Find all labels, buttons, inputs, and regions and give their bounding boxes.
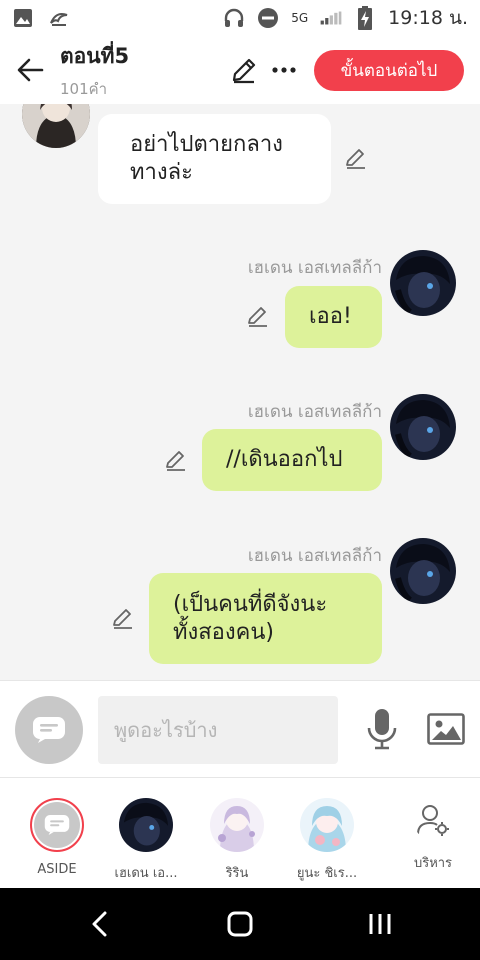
word-count: 101คำ (60, 79, 108, 98)
pencil-icon (166, 451, 185, 471)
back-button[interactable] (0, 36, 60, 104)
character-name: เฮเดน เอ... (114, 866, 178, 881)
speaker-name-2: เฮเดน เอสเทลลีก้า (247, 258, 382, 278)
status-bar: 5G 19:18 น. (0, 0, 480, 36)
edit-message-3-button[interactable] (162, 446, 190, 474)
episode-title-block: ตอนที่5 101คำ (60, 40, 129, 101)
voice-input-button[interactable] (362, 705, 402, 753)
character-yuna[interactable]: ยูนะ ชิเร... (282, 798, 372, 883)
pencil-icon (248, 307, 267, 327)
chat-bubble-icon (33, 717, 65, 743)
character-hayden[interactable]: เฮเดน เอ... (101, 798, 191, 883)
aside-avatar (30, 798, 84, 852)
message-input[interactable] (98, 696, 338, 764)
character-name: ASIDE (37, 862, 77, 877)
chat-bubble-icon (44, 815, 70, 835)
speaker-avatar-3[interactable] (390, 394, 456, 460)
recents-icon (369, 914, 391, 934)
character-name: บริหาร (413, 856, 453, 871)
home-square-icon (227, 911, 253, 937)
character-avatar (210, 798, 264, 852)
message-bubble-2[interactable]: เออ! (285, 286, 382, 348)
message-bubble-4[interactable]: (เป็นคนที่ดีจังนะ ทั้งสองคน) (149, 573, 382, 664)
chevron-left-icon (92, 911, 107, 937)
character-aside[interactable]: ASIDE (12, 798, 102, 877)
message-bubble-1[interactable]: อย่าไปตายกลาง ทางล่ะ (98, 114, 331, 204)
chat-area[interactable]: อย่าไปตายกลาง ทางล่ะ เฮเดน เอสเทลลีก้า เ… (0, 104, 480, 680)
arrow-left-icon (17, 58, 44, 82)
character-name: ริริน (225, 866, 249, 881)
system-navigation-bar (0, 888, 480, 960)
user-settings-icon (417, 805, 449, 836)
gallery-notification-icon (12, 7, 34, 29)
edit-message-2-button[interactable] (244, 302, 272, 330)
network-type: 5G (291, 11, 309, 25)
pencil-icon (232, 58, 256, 84)
edit-message-1-button[interactable] (342, 144, 370, 172)
headphones-icon (223, 7, 245, 29)
other-character-avatar[interactable] (22, 104, 90, 148)
signal-icon (320, 7, 342, 29)
speaker-avatar-2[interactable] (390, 250, 456, 316)
message-text-3: //เดินออกไป (226, 447, 343, 472)
pencil-icon (346, 149, 365, 169)
character-selector-bar: ASIDE เฮเดน เอ... ริริน ยูนะ ชิเร... บริ… (0, 778, 480, 888)
message-text-1: อย่าไปตายกลาง ทางล่ะ (130, 132, 283, 185)
next-step-button[interactable]: ขั้นตอนต่อไป (314, 50, 464, 91)
character-avatar (300, 798, 354, 852)
nav-recents-button[interactable] (356, 902, 404, 946)
image-icon (427, 713, 465, 745)
message-text-4: (เป็นคนที่ดีจังนะ ทั้งสองคน) (173, 591, 328, 645)
character-ririn[interactable]: ริริน (192, 798, 282, 883)
app-notification-icon (48, 7, 70, 29)
nav-home-button[interactable] (216, 902, 264, 946)
aside-toggle-button[interactable] (15, 696, 83, 764)
microphone-icon (367, 709, 397, 750)
manage-characters-button[interactable]: บริหาร (388, 800, 478, 873)
nav-back-button[interactable] (76, 902, 124, 946)
character-avatar (119, 798, 173, 852)
more-options-button[interactable] (268, 54, 300, 86)
message-bubble-3[interactable]: //เดินออกไป (202, 429, 382, 491)
manage-icon-wrap (413, 800, 453, 840)
speaker-name-4: เฮเดน เอสเทลลีก้า (247, 546, 382, 566)
speaker-name-3: เฮเดน เอสเทลลีก้า (247, 402, 382, 422)
do-not-disturb-icon (257, 7, 279, 29)
character-name: ยูนะ ชิเร... (296, 866, 358, 881)
edit-title-button[interactable] (228, 54, 260, 86)
episode-title: ตอนที่5 (60, 43, 130, 68)
battery-charging-icon (354, 6, 376, 30)
insert-image-button[interactable] (426, 711, 466, 747)
pencil-icon (113, 609, 132, 629)
header: ตอนที่5 101คำ ขั้นตอนต่อไป (0, 36, 480, 104)
clock: 19:18 น. (388, 7, 468, 29)
more-dots-icon (272, 67, 296, 73)
message-input-bar (0, 680, 480, 778)
edit-message-4-button[interactable] (109, 604, 137, 632)
speaker-avatar-4[interactable] (390, 538, 456, 604)
message-text-2: เออ! (309, 304, 352, 329)
